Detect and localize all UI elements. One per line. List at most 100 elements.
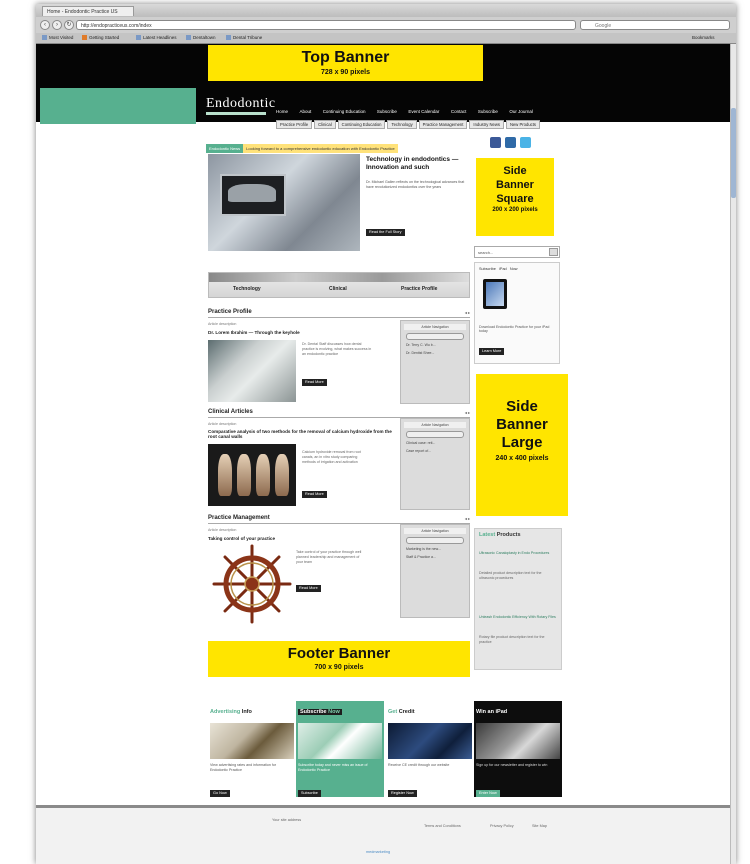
tab-practice-profile[interactable]: Practice Profile (401, 286, 437, 292)
panel-item[interactable]: Dr. Dentist Shee... (406, 351, 464, 356)
side-large-line1: Side (506, 398, 538, 415)
ship-wheel-icon (212, 544, 292, 624)
site-search-input[interactable]: search... (474, 246, 560, 258)
product-desc: Rotary file product description text for… (479, 635, 545, 644)
back-icon[interactable]: ‹ (40, 20, 50, 30)
panel-selector[interactable] (406, 431, 464, 438)
site-footer: Your site address Terms and Conditions P… (36, 805, 736, 864)
article-title[interactable]: Comparative analysis of two methods for … (208, 429, 398, 439)
section-controls[interactable]: ◂ ▸ (465, 408, 470, 417)
featured-title[interactable]: Technology in endodontics — Innovation a… (366, 156, 468, 172)
teeth-photo[interactable] (208, 444, 296, 506)
forward-icon[interactable]: › (52, 20, 62, 30)
magazine-image[interactable] (298, 723, 382, 759)
subnav-item[interactable]: Technology (387, 120, 417, 129)
dentist-photo[interactable] (208, 340, 296, 402)
promo-button[interactable]: Register Now (388, 781, 417, 799)
subnav-item[interactable]: Practice Profile (276, 120, 313, 129)
bookmark-item[interactable]: Dentaltown (186, 34, 216, 42)
scrollbar-thumb[interactable] (731, 108, 736, 198)
browser-search-input[interactable]: Google (580, 20, 730, 30)
ticker-label[interactable]: Endodontic News (206, 144, 244, 153)
bookmark-icon (226, 35, 231, 41)
panel-item[interactable]: Marketing is the new... (406, 547, 464, 552)
side-banner-large[interactable]: Side Banner Large 240 x 400 pixels (476, 374, 568, 516)
advertising-image[interactable] (210, 723, 294, 759)
panel-item[interactable]: Dr. Terry C. Wu b... (406, 343, 464, 348)
search-icon[interactable] (549, 248, 558, 256)
footer-link[interactable]: Terms and Conditions (424, 824, 461, 828)
ipad-learn-button[interactable]: Learn More (479, 339, 505, 357)
footer-link[interactable]: Site Map (532, 824, 547, 828)
footer-copyright: Your site address (272, 818, 302, 822)
panel-selector[interactable] (406, 333, 464, 340)
side-banner-square[interactable]: Side Banner Square 200 x 200 pixels (476, 158, 554, 236)
read-more-button[interactable]: Read More (302, 482, 327, 500)
firefox-icon (82, 35, 87, 41)
subnav-item[interactable]: Continuing Education (337, 120, 386, 129)
read-more-button[interactable]: Read More (296, 576, 321, 594)
linkedin-icon[interactable] (505, 137, 516, 148)
footer-banner[interactable]: Footer Banner 700 x 90 pixels (208, 641, 470, 677)
tabs-banner-strip (209, 273, 469, 282)
footer-credit[interactable]: medmarketing (366, 850, 390, 854)
panel-selector[interactable] (406, 537, 464, 544)
xray-teeth (228, 184, 276, 202)
subnav-item[interactable]: Industry News (469, 120, 504, 129)
ipad-image[interactable] (483, 279, 507, 309)
top-banner[interactable]: Top Banner 728 x 90 pixels (208, 45, 483, 81)
browser-window: Home - Endodontic Practice US ‹ › ↻ http… (36, 4, 736, 864)
ipad-tab[interactable]: Now (510, 267, 518, 271)
ship-wheel-image[interactable] (208, 542, 296, 626)
subnav-item[interactable]: Practice Management (418, 120, 468, 129)
bookmarks-menu[interactable]: Bookmarks (692, 34, 715, 42)
footer-link[interactable]: Privacy Policy (490, 824, 514, 828)
panel-item[interactable]: Case report of... (406, 449, 464, 454)
bookmark-icon (42, 35, 47, 41)
section-sub: Article description (208, 422, 237, 426)
subnav-item[interactable]: New Products (505, 120, 541, 129)
article-title[interactable]: Dr. Lorem Ibrahim — Through the keyhole (208, 330, 398, 335)
bookmark-item[interactable]: Latest Headlines (136, 34, 177, 42)
address-bar[interactable]: http://endopracticeus.com/index (76, 20, 576, 30)
bookmark-item[interactable]: Most Visited (42, 34, 73, 42)
read-more-button[interactable]: Read More (302, 370, 327, 388)
bookmark-item[interactable]: Dental Tribune (226, 34, 262, 42)
promo-advertising: Advertising Info View advertising rates … (208, 701, 296, 797)
tab-clinical[interactable]: Clinical (329, 286, 347, 292)
section-controls[interactable]: ◂ ▸ (465, 514, 470, 523)
subnav-item[interactable]: Clinical (314, 120, 336, 129)
twitter-icon[interactable] (520, 137, 531, 148)
navigation-toolbar: ‹ › ↻ http://endopracticeus.com/index Go… (36, 17, 736, 34)
featured-read-button[interactable]: Read the Full Story (366, 220, 405, 238)
ticker-text[interactable]: Looking forward to a comprehensive endod… (243, 144, 398, 153)
article-title[interactable]: Taking control of your practice (208, 536, 398, 541)
credit-image[interactable] (388, 723, 472, 759)
panel-item[interactable]: Clinical case: reti... (406, 441, 464, 446)
ipad-tab[interactable]: Subscribe (479, 267, 496, 271)
promo-title: Advertising Info (210, 709, 252, 715)
article-nav-panel: Article Navigation Marketing is the new.… (400, 524, 470, 618)
promo-button[interactable]: Go Now (210, 781, 230, 799)
promo-button[interactable]: Subscribe (298, 781, 321, 799)
article-desc: Calcium hydroxide removal from root cana… (302, 450, 361, 464)
site-logo[interactable]: Endodontic (206, 96, 276, 112)
browser-tab[interactable]: Home - Endodontic Practice US (42, 6, 134, 16)
tab-technology[interactable]: Technology (233, 286, 261, 292)
ipad-win-image[interactable] (476, 723, 560, 759)
article-nav-panel: Article Navigation Dr. Terry C. Wu b... … (400, 320, 470, 404)
panel-item[interactable]: Staff & Practice a... (406, 555, 464, 560)
product-link[interactable]: Unleash Endodontic Efficiency With Rotar… (479, 615, 557, 620)
promo-button[interactable]: Enter Now (476, 781, 500, 799)
panel-heading: Article Navigation (404, 528, 466, 534)
ipad-text: Download Endodontic Practice for your iP… (479, 325, 550, 333)
section-controls[interactable]: ◂ ▸ (465, 308, 470, 317)
ipad-tab[interactable]: iPad (499, 267, 507, 271)
reload-icon[interactable]: ↻ (64, 20, 74, 30)
product-link[interactable]: Ultrasonic Canaloplasty in Endo Procedur… (479, 551, 557, 556)
promo-desc: Sign up for our newsletter and register … (476, 763, 548, 767)
section-heading: Practice Profile ◂ ▸ (208, 308, 470, 318)
bookmark-item[interactable]: Getting Started (82, 34, 119, 42)
bookmarks-bar: Most Visited Getting Started Latest Head… (36, 33, 736, 44)
facebook-icon[interactable] (490, 137, 501, 148)
